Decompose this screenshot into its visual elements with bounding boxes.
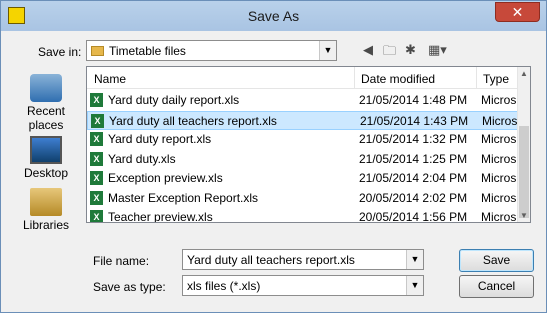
file-name: Yard duty.xls (108, 151, 176, 166)
save-as-type-label: Save as type: (93, 280, 166, 294)
excel-file-icon: X (90, 171, 103, 185)
excel-file-icon: X (90, 151, 103, 166)
file-type: Micros (481, 132, 517, 146)
file-date: 21/05/2014 2:04 PM (359, 171, 468, 185)
file-type: Micros (481, 151, 517, 166)
new-folder-icon[interactable]: ✱ (405, 42, 416, 60)
file-type: Micros (481, 171, 517, 185)
file-date: 20/05/2014 1:56 PM (359, 210, 468, 223)
scroll-thumb[interactable] (519, 126, 529, 218)
desktop-icon (30, 136, 62, 164)
chevron-down-icon[interactable]: ▼ (319, 41, 336, 60)
save-in-label: Save in: (38, 45, 82, 59)
file-date: 21/05/2014 1:32 PM (359, 132, 468, 146)
file-date: 21/05/2014 1:48 PM (359, 93, 468, 107)
excel-file-icon: X (90, 210, 103, 222)
file-name-label: File name: (93, 254, 150, 268)
file-date: 21/05/2014 1:25 PM (359, 151, 468, 166)
file-name: Teacher preview.xls (108, 210, 213, 223)
file-name: Master Exception Report.xls (108, 190, 259, 205)
libraries-icon (30, 188, 62, 216)
excel-file-icon: X (90, 93, 103, 107)
place-label: Desktop (23, 166, 69, 180)
title-bar[interactable]: Save As ✕ (1, 1, 546, 31)
column-header-type[interactable]: Type (483, 72, 509, 86)
place-label: Libraries (22, 218, 70, 232)
file-type: Micros (481, 210, 517, 223)
dialog-body: Save in: Timetable files ▼ ◀ 🗀 ✱ ▦▾ Rece… (8, 32, 539, 306)
place-recent-places[interactable]: Recent places (8, 74, 84, 132)
file-name: Yard duty report.xls (108, 132, 212, 146)
scroll-up-icon[interactable]: ▲ (518, 67, 530, 80)
place-label: Recent places (26, 104, 66, 132)
chevron-down-icon[interactable]: ▼ (406, 276, 423, 295)
file-list-header: Name Date modified Type (87, 67, 530, 89)
file-name: Yard duty daily report.xls (108, 93, 240, 107)
save-as-type-value: xls files (*.xls) (187, 279, 261, 293)
file-row[interactable]: X Yard duty.xls 21/05/2014 1:25 PM Micros (87, 150, 519, 169)
file-name-field[interactable]: Yard duty all teachers report.xls ▼ (182, 249, 424, 270)
recent-places-icon (30, 74, 62, 102)
column-header-name[interactable]: Name (94, 72, 126, 86)
back-arrow-icon[interactable]: ◀ (363, 42, 373, 60)
file-row[interactable]: X Master Exception Report.xls 20/05/2014 2… (87, 189, 519, 208)
vertical-scrollbar[interactable]: ▲ ▼ (517, 67, 530, 222)
file-row[interactable]: X Exception preview.xls 21/05/2014 2:04 PM… (87, 169, 519, 188)
chevron-down-icon[interactable]: ▼ (406, 250, 423, 269)
file-row[interactable]: X Yard duty all teachers report.xls 21/05/… (87, 110, 519, 130)
excel-file-icon: X (90, 190, 103, 205)
save-as-type-dropdown[interactable]: xls files (*.xls) ▼ (182, 275, 424, 296)
save-as-dialog: Save As ✕ Save in: Timetable files ▼ ◀ 🗀… (0, 0, 547, 313)
save-in-value: Timetable files (109, 44, 186, 58)
view-menu-icon[interactable]: ▦▾ (428, 42, 447, 60)
excel-file-icon: X (90, 132, 103, 146)
excel-file-icon: X (91, 113, 104, 128)
file-row[interactable]: X Yard duty daily report.xls 21/05/2014 1:… (87, 91, 519, 110)
place-desktop[interactable]: Desktop (8, 136, 84, 180)
file-name: Exception preview.xls (108, 171, 223, 185)
file-date: 21/05/2014 1:43 PM (360, 113, 469, 128)
save-button[interactable]: Save (459, 249, 534, 272)
file-date: 20/05/2014 2:02 PM (359, 190, 468, 205)
file-type: Micros (481, 93, 517, 107)
scroll-down-icon[interactable]: ▼ (518, 209, 530, 222)
place-libraries[interactable]: Libraries (8, 188, 84, 232)
file-row[interactable]: X Teacher preview.xls 20/05/2014 1:56 PM Mi… (87, 208, 519, 223)
close-button[interactable]: ✕ (495, 2, 540, 22)
cancel-button[interactable]: Cancel (459, 275, 534, 298)
file-name-value[interactable]: Yard duty all teachers report.xls (187, 253, 355, 267)
file-list[interactable]: Name Date modified Type X Yard duty daily… (86, 66, 531, 223)
window-title: Save As (247, 8, 300, 24)
folder-icon (91, 46, 104, 56)
folder-up-icon[interactable]: 🗀 (383, 42, 396, 60)
file-name: Yard duty all teachers report.xls (109, 113, 277, 128)
file-type: Micros (481, 190, 517, 205)
column-header-date[interactable]: Date modified (361, 72, 435, 86)
file-row[interactable]: X Yard duty report.xls 21/05/2014 1:32 PM M… (87, 130, 519, 149)
file-type: Micros (482, 113, 518, 128)
save-in-dropdown[interactable]: Timetable files ▼ (86, 40, 337, 61)
